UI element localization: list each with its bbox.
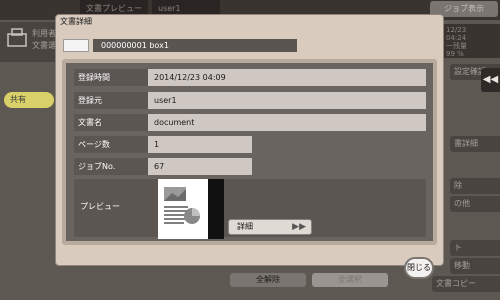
share-tab[interactable]: 共有 — [4, 92, 54, 108]
field-value-registered-by: user1 — [148, 92, 426, 109]
user-label: 利用者 — [32, 29, 56, 38]
move-button[interactable]: 移動 — [450, 258, 500, 274]
preview-dark-strip — [208, 179, 224, 239]
detail-button[interactable]: 詳細 ▶▶ — [228, 219, 312, 235]
field-value-document-name: document — [148, 114, 426, 131]
status-date: 12/23 — [446, 26, 467, 34]
document-icon — [63, 39, 89, 52]
status-remain-label: 一残量 — [446, 42, 467, 50]
detail-button-label: 詳細 — [237, 222, 253, 231]
detail-fields: 登録時間 2014/12/23 04:09 登録元 user1 文書名 docu… — [66, 63, 433, 241]
detail-panel: 登録時間 2014/12/23 04:09 登録元 user1 文書名 docu… — [62, 59, 437, 245]
document-detail-dialog: 文書詳細 000000001 box1 登録時間 2014/12/23 04:0… — [55, 14, 444, 266]
document-copy-button[interactable]: 文書コピー — [432, 276, 500, 292]
field-label-document-name: 文書名 — [78, 118, 102, 127]
status-time: 04:24 — [446, 34, 467, 42]
chevron-right-icon: ▶▶ — [292, 222, 306, 232]
list-button[interactable]: ト — [450, 240, 500, 256]
field-value-job-number: 67 — [148, 158, 252, 175]
field-value-registered-time: 2014/12/23 04:09 — [148, 69, 426, 86]
document-id: 000000001 box1 — [93, 39, 297, 52]
status-percent: 99 % — [446, 50, 464, 58]
field-value-page-count: 1 — [148, 136, 252, 153]
dialog-title: 文書詳細 — [60, 17, 92, 26]
field-label-registered-time: 登録時間 — [78, 73, 110, 82]
delete-button[interactable]: 除 — [450, 178, 500, 194]
status-panel: 12/23 04:24 一残量 99 % — [442, 24, 500, 58]
deselect-all-button[interactable]: 全解除 — [230, 273, 306, 287]
close-button[interactable]: 閉じる — [404, 257, 434, 279]
document-select-label: 文書選 — [32, 41, 56, 50]
field-label-registered-by: 登録元 — [78, 96, 102, 105]
field-label-page-count: ページ数 — [78, 140, 110, 149]
double-left-arrow-icon[interactable]: ◀◀ — [481, 68, 500, 92]
preview-label: プレビュー — [80, 202, 120, 211]
field-label-job-number: ジョブNo. — [78, 162, 116, 171]
select-all-button[interactable]: 全選択 — [312, 273, 388, 287]
other-button[interactable]: の他 — [450, 196, 500, 212]
preview-area: プレビュー 詳細 ▶▶ — [74, 179, 426, 239]
document-detail-button[interactable]: 書詳細 — [450, 136, 500, 152]
printer-icon — [7, 28, 27, 47]
user-info-panel: 利用者 文書選 — [0, 22, 56, 62]
